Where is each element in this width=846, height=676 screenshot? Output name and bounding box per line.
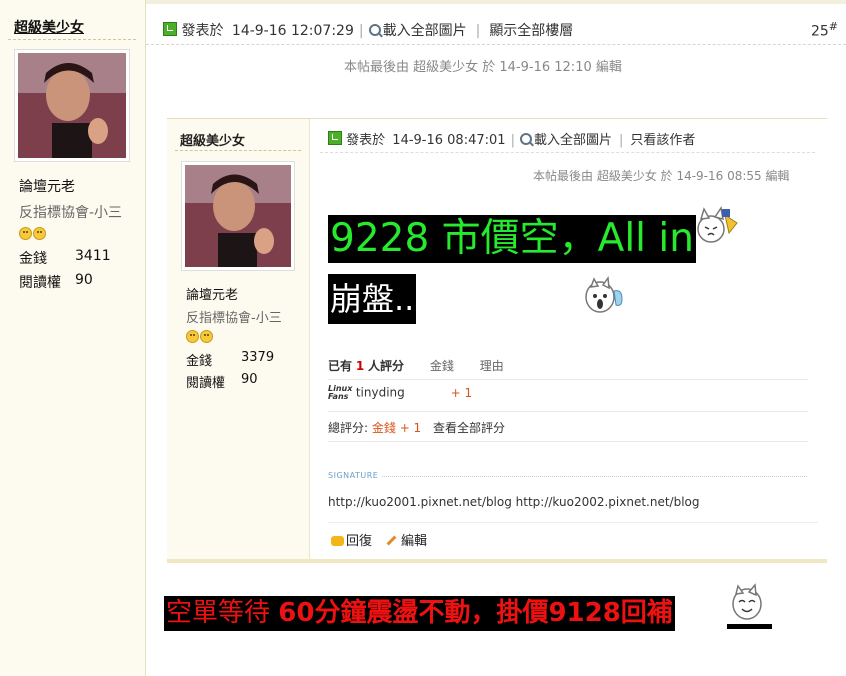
smiley-medal-icon xyxy=(33,226,46,240)
rating-header: 已有 1 人評分 金錢 理由 xyxy=(328,357,504,374)
badge-line-2: Fans xyxy=(328,392,349,401)
rating-prefix: 已有 xyxy=(328,359,353,373)
divider xyxy=(8,39,136,40)
outer-stat-value-read: 90 xyxy=(75,272,93,288)
ghost-emoticon-icon xyxy=(585,275,623,313)
post-actions: 回復 編輯 xyxy=(331,530,427,549)
bottom-text-a: 空單等待 xyxy=(166,598,279,628)
reply-icon xyxy=(331,536,344,546)
medal-icons xyxy=(186,328,214,344)
separator: | xyxy=(510,133,515,148)
floor-number[interactable]: 25# xyxy=(811,20,838,40)
cat-emoticon-icon xyxy=(697,206,738,243)
signature-divider xyxy=(382,476,807,477)
floor-number-value: 25 xyxy=(810,23,829,40)
inner-user-sidebar: 超級美少女 論壇元老 反指標協會-小三 金錢 3379 閱讀權 90 xyxy=(167,119,310,559)
total-label: 總評分: xyxy=(328,421,369,435)
pencil-icon xyxy=(386,535,397,546)
inner-stat-value-read: 90 xyxy=(241,372,258,387)
inner-edit-note: 本帖最後由 超級美少女 於 14-9-16 08:55 編輯 xyxy=(533,169,790,183)
magnifier-icon xyxy=(519,133,532,145)
rater-name[interactable]: tinyding xyxy=(356,386,405,400)
rating-total: 總評分: 金錢 + 1 查看全部評分 xyxy=(328,419,505,436)
divider xyxy=(328,441,808,442)
outer-post-header: 發表於 14-9-16 12:07:29 | 載入全部圖片 | 顯示全部樓層 25# xyxy=(146,0,846,45)
posted-time: 14-9-16 08:47:01 xyxy=(392,133,506,148)
edit-button[interactable]: 編輯 xyxy=(401,534,427,549)
outer-rank: 論壇元老 xyxy=(19,179,75,195)
avatar-photo xyxy=(185,165,291,267)
post-line-2: 崩盤.. xyxy=(328,274,417,324)
divider xyxy=(328,522,818,523)
inner-user-title: 反指標協會-小三 xyxy=(186,311,282,326)
outer-user-title: 反指標協會-小三 xyxy=(19,205,123,221)
outer-stat-label-money: 金錢 xyxy=(19,251,47,267)
inner-stat-label-read: 閱讀權 xyxy=(186,376,226,391)
posted-label: 發表於 xyxy=(181,23,224,39)
show-all-floors-link[interactable]: 顯示全部樓層 xyxy=(489,23,573,39)
post-icon xyxy=(163,22,177,36)
smiley-medal-icon xyxy=(19,226,32,240)
linux-fans-badge-icon: Linux Fans xyxy=(328,385,352,401)
divider xyxy=(328,411,808,412)
inner-avatar[interactable] xyxy=(181,161,295,271)
inner-stat-label-money: 金錢 xyxy=(186,354,213,369)
total-value: 金錢 + 1 xyxy=(371,421,422,435)
outer-edit-note: 本帖最後由 超級美少女 於 14-9-16 12:10 編輯 xyxy=(344,60,622,75)
rating-col-reason: 理由 xyxy=(479,359,504,373)
post-bottom-text: 空單等待 60分鐘震盪不動，掛價9128回補 xyxy=(164,596,675,631)
post-line-1: 9228 市價空，All in xyxy=(328,215,696,263)
outer-stat-value-money: 3411 xyxy=(75,248,111,264)
floor-mark: # xyxy=(828,20,838,33)
signature-label: SIGNATURE xyxy=(328,471,379,480)
only-author-link[interactable]: 只看該作者 xyxy=(630,133,695,148)
smiley-medal-icon xyxy=(186,329,199,343)
rating-count: 1 xyxy=(355,359,365,373)
separator: | xyxy=(618,133,624,148)
inner-post-header: 發表於 14-9-16 08:47:01 | 載入全部圖片 | 只看該作者 xyxy=(328,129,695,148)
load-images-link[interactable]: 載入全部圖片 xyxy=(534,133,612,148)
posted-time: 14-9-16 12:07:29 xyxy=(231,23,354,39)
inner-stat-value-money: 3379 xyxy=(241,350,275,365)
load-images-link[interactable]: 載入全部圖片 xyxy=(383,23,467,39)
rating-suffix: 人評分 xyxy=(368,359,405,373)
inner-rank: 論壇元老 xyxy=(186,288,239,303)
outer-username[interactable]: 超級美少女 xyxy=(14,17,84,37)
rater-value: + 1 xyxy=(450,385,473,400)
divider xyxy=(328,379,808,380)
posted-label: 發表於 xyxy=(346,133,386,148)
smiley-medal-icon xyxy=(200,329,213,343)
reply-button[interactable]: 回復 xyxy=(346,534,372,549)
divider xyxy=(320,152,815,153)
signature-links[interactable]: http://kuo2001.pixnet.net/blog http://ku… xyxy=(328,495,700,509)
outer-user-sidebar: 超級美少女 論壇元老 反指標協會-小三 金錢 3411 閱讀權 90 xyxy=(0,0,146,676)
separator: | xyxy=(475,23,481,39)
avatar-photo xyxy=(18,53,126,158)
quoted-post: 超級美少女 論壇元老 反指標協會-小三 金錢 3379 閱讀權 90 發表於 1… xyxy=(167,118,827,563)
medal-icons xyxy=(19,225,47,241)
divider xyxy=(175,150,301,151)
inner-username[interactable]: 超級美少女 xyxy=(180,130,245,149)
outer-avatar[interactable] xyxy=(14,49,130,162)
view-all-ratings-link[interactable]: 查看全部評分 xyxy=(433,421,505,435)
magnifier-icon xyxy=(368,24,381,36)
smiling-emoticon-icon xyxy=(732,583,762,620)
inner-post-body: 發表於 14-9-16 08:47:01 | 載入全部圖片 | 只看該作者 本帖最後由 … xyxy=(310,119,827,559)
highlight-bar xyxy=(727,624,772,629)
separator: | xyxy=(358,23,364,39)
rating-row: Linux Fans tinyding + 1 xyxy=(328,385,472,401)
outer-stat-label-read: 閱讀權 xyxy=(19,275,61,291)
rating-col-money: 金錢 xyxy=(429,359,454,373)
post-icon xyxy=(328,131,342,145)
bottom-text-b: 60分鐘震盪不動，掛價9128回補 xyxy=(278,598,673,628)
